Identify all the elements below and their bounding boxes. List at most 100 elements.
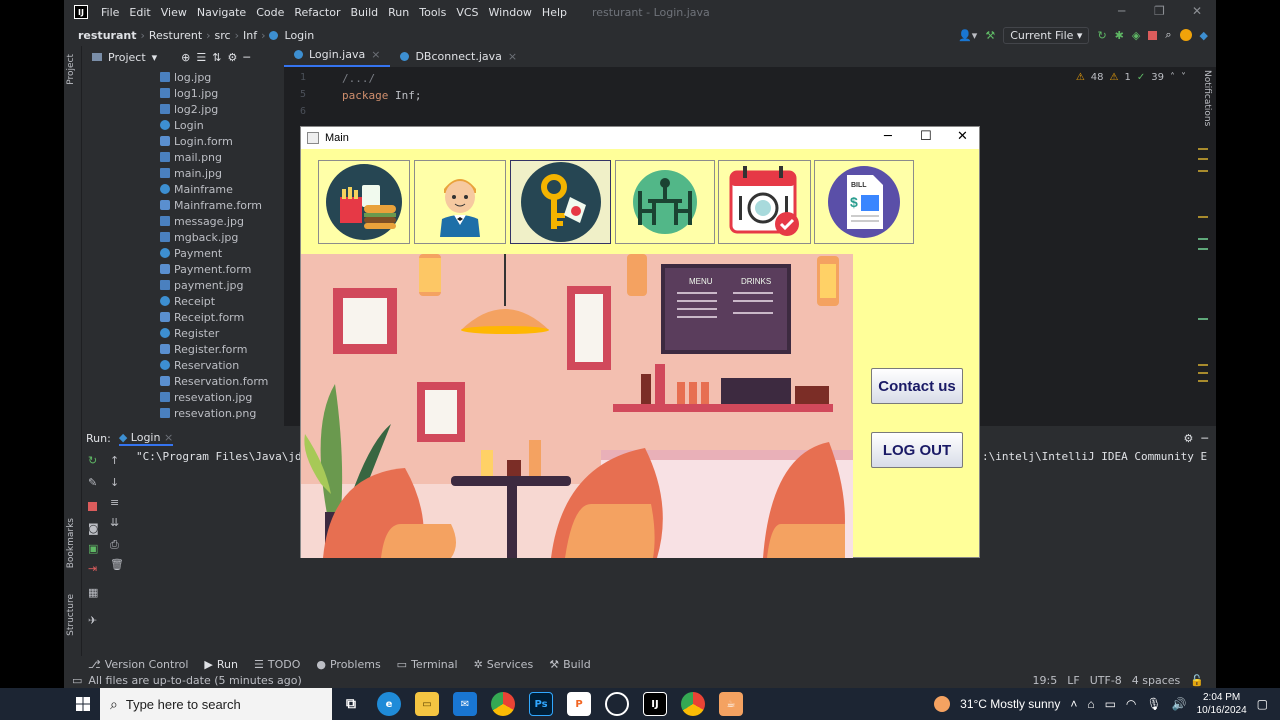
camera-icon[interactable]: ◙ (88, 522, 99, 535)
tree-item[interactable]: Payment.form (82, 261, 284, 277)
gear-icon[interactable]: ⚙ (1184, 432, 1194, 445)
run-config-select[interactable]: Current File ▾ (1003, 26, 1090, 44)
menu-window[interactable]: Window (484, 6, 537, 19)
weather-text[interactable]: 31°C Mostly sunny (960, 697, 1060, 711)
stop-icon[interactable] (1148, 30, 1158, 40)
wifi-icon[interactable]: ◠ (1126, 697, 1136, 711)
tree-item[interactable]: log.jpg (82, 69, 284, 85)
tree-item[interactable]: Receipt.form (82, 309, 284, 325)
gear-icon[interactable]: ⚙ (227, 51, 237, 64)
close-tab-icon[interactable]: × (371, 48, 380, 61)
scroll-end-icon[interactable]: ⇊ (110, 516, 119, 529)
tree-item[interactable]: Receipt (82, 293, 284, 309)
breadcrumb-package[interactable]: Inf (239, 29, 261, 42)
project-stripe-button[interactable]: Project (66, 54, 76, 85)
minimize-icon[interactable]: ─ (1118, 4, 1125, 18)
error-stripe-mark[interactable] (1198, 216, 1208, 218)
bill-button[interactable]: BILL $ (814, 160, 914, 244)
error-stripe-mark[interactable] (1198, 380, 1208, 382)
tool-version-control[interactable]: ⎇ Version Control (88, 658, 188, 671)
close-icon[interactable]: ✕ (1192, 4, 1202, 18)
trash-icon[interactable]: 🗑 (110, 558, 124, 571)
tool-services[interactable]: ✲ Services (474, 658, 534, 671)
tree-item[interactable]: message.jpg (82, 213, 284, 229)
menu-edit[interactable]: Edit (124, 6, 155, 19)
menu-file[interactable]: File (96, 6, 124, 19)
tree-item[interactable]: Reservation.form (82, 373, 284, 389)
tree-item[interactable]: Reservation (82, 357, 284, 373)
tree-item[interactable]: Login (82, 117, 284, 133)
wrench-icon[interactable]: ✎ (88, 476, 97, 489)
tree-item[interactable]: payment.jpg (82, 277, 284, 293)
tab-dbconnect-java[interactable]: DBconnect.java × (390, 50, 527, 67)
login-key-button[interactable] (510, 160, 611, 244)
tree-item[interactable]: Payment (82, 245, 284, 261)
stop-icon[interactable] (88, 502, 97, 511)
tool-todo[interactable]: ☰ TODO (254, 658, 300, 671)
close-icon[interactable]: ✕ (957, 129, 968, 144)
tool-run[interactable]: ▶ Run (204, 658, 238, 671)
settings-icon[interactable]: ◆ (1200, 29, 1208, 42)
error-stripe-mark[interactable] (1198, 158, 1208, 160)
rerun-icon[interactable]: ↻ (88, 454, 97, 467)
hide-icon[interactable]: ─ (1201, 432, 1216, 445)
line-separator[interactable]: LF (1067, 674, 1079, 687)
exit-icon[interactable]: ⇥ (88, 562, 97, 575)
run-tab-login[interactable]: ◆ Login × (118, 431, 174, 446)
tool-build[interactable]: ⚒ Build (549, 658, 591, 671)
close-tab-icon[interactable]: × (508, 50, 517, 63)
project-view-select[interactable]: Project (108, 51, 146, 64)
menu-view[interactable]: View (156, 6, 192, 19)
hide-icon[interactable]: ─ (243, 51, 250, 64)
tree-item[interactable]: mgback.jpg (82, 229, 284, 245)
rerun-icon[interactable]: ↻ (1097, 29, 1106, 42)
breadcrumb-class[interactable]: Login (281, 29, 319, 42)
tree-item[interactable]: Mainframe.form (82, 197, 284, 213)
bookmarks-stripe-button[interactable]: Bookmarks (66, 518, 76, 568)
search-icon[interactable]: ⌕ (1165, 28, 1171, 42)
error-stripe-mark[interactable] (1198, 318, 1208, 320)
menu-build[interactable]: Build (346, 6, 384, 19)
minimize-icon[interactable]: ─ (884, 129, 892, 144)
menu-run[interactable]: Run (383, 6, 414, 19)
photoshop-icon[interactable]: Ps (529, 692, 553, 716)
soft-wrap-icon[interactable]: ≡ (110, 496, 119, 509)
error-stripe-mark[interactable] (1198, 238, 1208, 240)
close-tab-icon[interactable]: × (164, 431, 173, 444)
restore-layout-icon[interactable]: ▣ (88, 542, 98, 555)
chrome-icon[interactable] (491, 692, 515, 716)
java-app-icon[interactable]: ☕ (719, 692, 743, 716)
hammer-icon[interactable]: ⚒ (985, 29, 995, 42)
chevron-up-icon[interactable]: ˄ (1170, 72, 1175, 83)
pdf-reader-icon[interactable]: P (567, 692, 591, 716)
menu-vcs[interactable]: VCS (451, 6, 483, 19)
menu-help[interactable]: Help (537, 6, 572, 19)
chevron-down-icon[interactable]: ▾ (152, 51, 158, 64)
menu-navigate[interactable]: Navigate (192, 6, 251, 19)
inspection-widget[interactable]: ⚠ 48 ⚠ 1 ✓ 39 ˄ ˅ (1076, 72, 1186, 83)
notifications-stripe-button[interactable]: Notifications (1202, 70, 1212, 126)
error-stripe-mark[interactable] (1198, 148, 1208, 150)
battery-icon[interactable]: ▭ (1105, 697, 1116, 711)
tree-item[interactable]: resevation.jpg (82, 389, 284, 405)
maximize-icon[interactable]: ☐ (920, 129, 932, 144)
food-menu-button[interactable] (318, 160, 410, 244)
user-icon[interactable]: 👤▾ (958, 29, 977, 42)
chevron-down-icon[interactable]: ˅ (1181, 72, 1186, 83)
contact-us-button[interactable]: Contact us (871, 368, 963, 404)
menu-refactor[interactable]: Refactor (289, 6, 345, 19)
lock-icon[interactable]: 🔓 (1190, 674, 1204, 687)
locate-icon[interactable]: ⊕ (181, 51, 190, 64)
intellij-icon[interactable]: IJ (643, 692, 667, 716)
edge-icon[interactable]: e (377, 692, 401, 716)
notification-center-icon[interactable]: ▢ (1257, 697, 1268, 711)
tree-item[interactable]: Register (82, 325, 284, 341)
tree-item[interactable]: Login.form (82, 133, 284, 149)
breadcrumb-project[interactable]: resturant (74, 29, 140, 42)
chrome-profile-icon[interactable] (681, 692, 705, 716)
task-view-icon[interactable]: ⧉ (339, 692, 363, 716)
collapse-icon[interactable]: ☰ (196, 51, 206, 64)
chevron-up-icon[interactable]: ˄ (1070, 697, 1077, 711)
table-reservation-button[interactable] (615, 160, 715, 244)
mic-icon[interactable]: 🎙 (1146, 697, 1161, 711)
